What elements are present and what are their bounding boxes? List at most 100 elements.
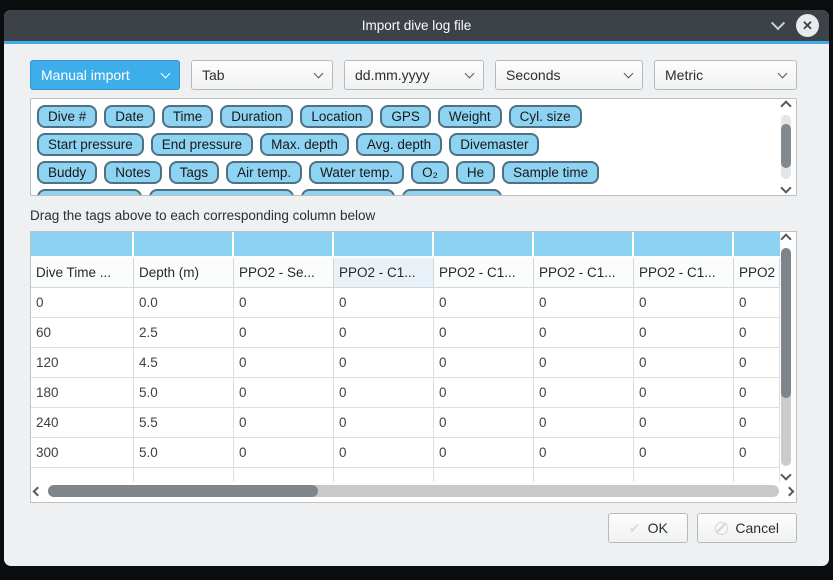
check-icon: ✔ [629,520,641,537]
column-drop-target[interactable] [634,232,734,256]
dialog-buttons: ✔ OK Cancel [30,513,797,543]
tag-time[interactable]: Time [162,105,214,128]
table-cell: 2.5 [134,318,234,347]
tag-weight[interactable]: Weight [438,105,502,128]
hscroll-thumb[interactable] [48,485,318,497]
tag-date[interactable]: Date [104,105,155,128]
tag-o[interactable]: O₂ [411,161,449,184]
table-cell [134,468,234,482]
table-row: 602.5000000 [31,318,780,348]
scroll-up-icon[interactable] [780,100,791,111]
tag-notes[interactable]: Notes [104,161,161,184]
combo-seconds[interactable]: Seconds [495,60,643,90]
combo-tab[interactable]: Tab [191,60,333,90]
shade-chevron-down-icon[interactable] [771,16,785,30]
tag-cyl-size[interactable]: Cyl. size [509,105,582,128]
tag-row: Start pressure End pressure Max. depth Avg.… [37,133,774,156]
table-cell [634,468,734,482]
scroll-down-icon[interactable] [780,182,791,193]
scroll-left-icon[interactable] [33,486,43,496]
scroll-right-icon[interactable] [785,486,795,496]
tag-sample-temperature[interactable]: Sample temperature [149,189,293,196]
tag-scroll-thumb[interactable] [781,124,791,168]
tag-sample-time[interactable]: Sample time [502,161,599,184]
table-vscroll-thumb[interactable] [781,248,791,398]
column-header: PPO2 [734,258,780,287]
close-icon[interactable]: ✕ [796,14,819,37]
column-drop-target[interactable] [234,232,334,256]
tag-sample-depth[interactable]: Sample depth [37,189,142,196]
table-cell: 0 [734,378,780,407]
tag-gps[interactable]: GPS [380,105,431,128]
tag-sample-po[interactable]: Sample pO₂ [301,189,396,196]
table-cell: 0 [634,438,734,467]
tag-location[interactable]: Location [300,105,373,128]
tag-end-pressure[interactable]: End pressure [151,133,253,156]
table-cell: 0 [734,318,780,347]
table-cell: 0 [534,438,634,467]
tag-dive[interactable]: Dive # [37,105,97,128]
dialog-content: Manual importTabdd.mm.yyyySecondsMetric … [4,44,829,543]
table-cell: 0 [334,438,434,467]
ok-button[interactable]: ✔ OK [608,513,688,543]
tag-rows-container: Dive # Date Time Duration Location GPS Weight C… [37,105,774,196]
tag-scroll-track[interactable] [781,115,791,179]
column-drop-target[interactable] [134,232,234,256]
hscroll-track[interactable] [48,485,779,497]
tag-air-temp[interactable]: Air temp. [226,161,302,184]
table-cell [434,468,534,482]
combo-dd-mm-yyyy[interactable]: dd.mm.yyyy [344,60,484,90]
table-cell: 0 [234,378,334,407]
table-cell: 0 [734,438,780,467]
tag-avg-depth[interactable]: Avg. depth [356,133,442,156]
tag-scrollbar[interactable] [779,102,793,192]
table-cell: 0 [434,288,534,317]
table-vscroll-track[interactable] [781,248,791,466]
scroll-up-icon[interactable] [780,233,791,244]
tag-tags[interactable]: Tags [169,161,220,184]
table-cell: 0 [534,378,634,407]
combo-row: Manual import Tab dd.mm.yyyy Seconds Metric [30,60,797,90]
combo-metric[interactable]: Metric [654,60,797,90]
table-cell: 0 [434,318,534,347]
table-vertical-scrollbar[interactable] [779,235,793,479]
table-cell: 0 [634,318,734,347]
scroll-down-icon[interactable] [780,469,791,480]
tag-he[interactable]: He [456,161,495,184]
table-horizontal-scrollbar[interactable] [34,482,793,500]
table-cell [734,468,780,482]
table-body: 00.0000000602.50000001204.50000001805.00… [31,288,780,482]
tag-sample-cns[interactable]: Sample CNS [402,189,502,196]
tag-max-depth[interactable]: Max. depth [260,133,349,156]
column-drop-target[interactable] [31,232,134,256]
cancel-button[interactable]: Cancel [697,513,797,543]
table-cell: 0 [334,348,434,377]
tag-start-pressure[interactable]: Start pressure [37,133,144,156]
table-cell: 240 [31,408,134,437]
column-drop-target[interactable] [334,232,434,256]
column-drop-target[interactable] [434,232,534,256]
table-row: 1204.5000000 [31,348,780,378]
cancel-circle-icon [715,522,728,535]
table-cell [234,468,334,482]
column-drop-target[interactable] [734,232,780,256]
column-header: PPO2 - C1... [634,258,734,287]
table-cell: 0 [634,408,734,437]
table-cell: 5.0 [134,378,234,407]
table-cell: 0 [31,288,134,317]
table-cell: 0 [334,378,434,407]
table-cell: 0 [534,408,634,437]
tag-divemaster[interactable]: Divemaster [449,133,539,156]
table-row: 00.0000000 [31,288,780,318]
chevron-down-icon [465,69,475,79]
tag-water-temp[interactable]: Water temp. [309,161,404,184]
import-preview-table: Dive Time ...Depth (m)PPO2 - Se...PPO2 -… [30,231,797,503]
table-cell: 0 [634,288,734,317]
table-cell: 0 [234,348,334,377]
column-drop-target[interactable] [534,232,634,256]
tag-buddy[interactable]: Buddy [37,161,97,184]
table-row [31,468,780,482]
table-cell: 0 [234,438,334,467]
combo-manual-import[interactable]: Manual import [30,60,180,90]
tag-duration[interactable]: Duration [220,105,293,128]
